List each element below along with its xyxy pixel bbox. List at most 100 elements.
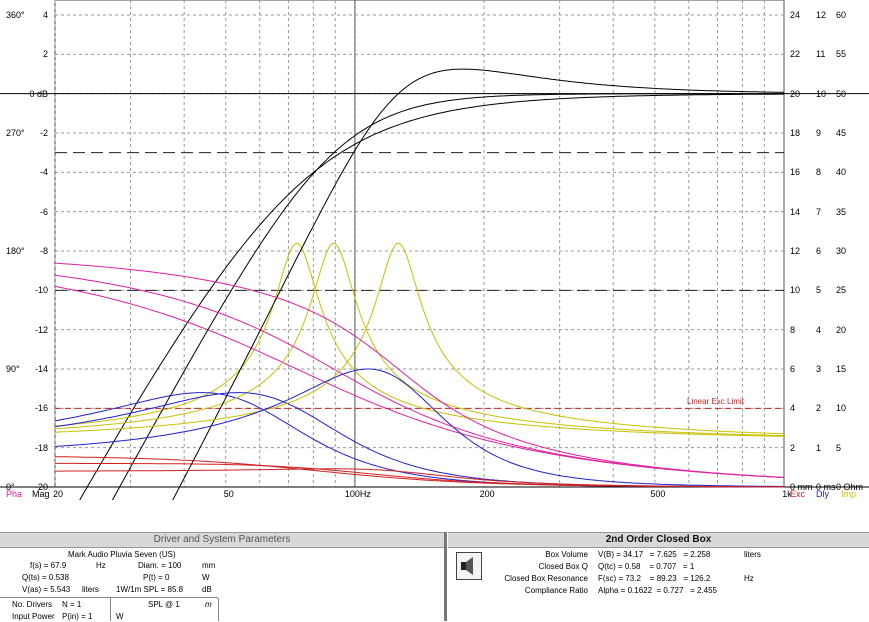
right-axis-tick-label: 7 <box>816 206 822 217</box>
right-axis-tick-label: 25 <box>836 285 847 296</box>
right-axis-tick-label: 3 <box>816 364 822 374</box>
box-param-label: Closed Box Resonance <box>504 574 588 583</box>
right-axis-tick-label: 12 <box>790 246 801 256</box>
mag-tick-label: 2 <box>42 49 48 60</box>
delay-curve <box>54 368 784 487</box>
right-axis-tick-label: 18 <box>790 128 801 138</box>
excursion-curve <box>55 456 784 488</box>
right-axis-tick-label: 4 <box>816 324 822 335</box>
magnitude-curve <box>172 68 784 500</box>
diam-value[interactable]: Diam. = 100 <box>138 561 181 571</box>
right-axis-tick-label: 8 <box>816 167 822 178</box>
vas-unit: liters <box>82 585 99 594</box>
right-axis-tick-label: 2 <box>790 442 796 453</box>
right-axis-tick-label: 5 <box>836 442 842 453</box>
right-axis-tick-label: 40 <box>836 167 847 178</box>
separator <box>218 598 219 621</box>
right-axis-tick-label: 10 <box>790 285 801 296</box>
right-axis-tick-label: 55 <box>836 49 847 60</box>
spl-at-value[interactable]: SPL @ 1 <box>148 600 180 610</box>
excursion-curve <box>55 468 784 488</box>
fs-value[interactable]: f(s) = 67.9 <box>30 561 66 571</box>
right-axis-tick-label: 1 <box>816 442 822 453</box>
separator <box>110 598 111 621</box>
right-axis-tick-label: 6 <box>790 364 796 374</box>
spl-at-unit: m <box>205 600 212 609</box>
pt-value[interactable]: P(t) = 0 <box>143 573 169 583</box>
mag-tick-label: -4 <box>39 167 48 178</box>
mag-tick-label: -10 <box>34 285 48 296</box>
closed-box-panel: 2nd Order Closed Box Box Volume V(B) = 34… <box>448 532 869 621</box>
box-param-unit: liters <box>744 550 761 559</box>
driver-name: Mark Audio Pluvia Seven (US) <box>68 550 176 559</box>
phase-curve <box>54 274 785 478</box>
right-axis-tick-label: 14 <box>790 206 801 217</box>
right-axis-tick-label: 9 <box>816 128 822 138</box>
pt-unit: W <box>202 573 210 582</box>
n-value[interactable]: N = 1 <box>62 600 81 610</box>
right-axis-tick-label: 35 <box>836 206 847 217</box>
driver-parameters-panel: Driver and System Parameters Mark Audio … <box>0 532 444 621</box>
phase-tick-label: 360° <box>6 10 25 20</box>
linear-exc-limit-label: Linear Exc Limit <box>687 397 744 407</box>
spl1-unit: dB <box>202 585 212 594</box>
box-param-label: Closed Box Q <box>538 562 588 571</box>
fs-unit: Hz <box>96 561 106 570</box>
mag-tick-label: -6 <box>39 206 48 217</box>
phase-tick-label: 180° <box>6 246 25 256</box>
mag-tick-label: -16 <box>34 403 48 414</box>
exc-legend-label: Exc <box>790 489 806 499</box>
mag-tick-label: -18 <box>34 442 48 453</box>
right-axis-tick-label: 24 <box>790 10 801 20</box>
right-axis-tick-label: 20 <box>790 88 801 99</box>
frequency-tick-label: 200 <box>479 489 495 499</box>
box-param-values[interactable]: V(B) = 34.17 = 7.625 = 2.258 <box>598 550 710 560</box>
closed-box-title: 2nd Order Closed Box <box>448 532 869 548</box>
right-axis-tick-label: 5 <box>816 285 822 296</box>
right-axis-tick-label: 10 <box>836 403 847 414</box>
right-axis-tick-label: 12 <box>816 10 827 20</box>
impedance-curve <box>54 242 785 437</box>
right-axis-tick-label: 22 <box>790 49 801 60</box>
qts-value[interactable]: Q(ts) = 0.538 <box>22 573 69 583</box>
graph-curves <box>54 68 785 500</box>
box-param-label: Box Volume <box>545 550 588 559</box>
imp-legend-label: Imp <box>841 489 857 499</box>
magnitude-curve <box>79 93 784 500</box>
box-param-label: Compliance Ratio <box>524 586 588 595</box>
mag-legend-label: Mag <box>32 489 50 499</box>
phase-curve <box>54 285 785 478</box>
right-axis-tick-label: 4 <box>790 403 796 414</box>
right-axis-tick-label: 8 <box>790 324 796 335</box>
frequency-tick-label: 50 <box>223 489 234 499</box>
spl1-value[interactable]: 1W/1m SPL = 85.8 <box>116 585 183 595</box>
phase-curve <box>54 262 785 478</box>
right-axis-tick-label: 20 <box>836 324 847 335</box>
magnitude-curve <box>111 93 784 500</box>
right-axis-tick-label: 16 <box>790 167 801 178</box>
mag-tick-label: -12 <box>34 324 48 335</box>
right-axis-tick-label: 45 <box>836 128 847 138</box>
mag-tick-label: 0 dB <box>29 88 48 99</box>
right-axis-tick-label: 6 <box>816 246 822 256</box>
driver-parameters-title: Driver and System Parameters <box>0 532 444 548</box>
box-param-values[interactable]: Q(tc) = 0.58 = 0.707 = 1 <box>598 562 694 572</box>
phase-tick-label: 270° <box>6 128 25 138</box>
right-axis-tick-label: 10 <box>816 88 827 99</box>
right-axis-tick-label: 30 <box>836 246 847 256</box>
frequency-tick-label: 500 <box>650 489 666 499</box>
vas-value[interactable]: V(as) = 5.543 <box>22 585 70 595</box>
right-axis-tick-label: 11 <box>816 49 826 60</box>
box-param-values[interactable]: F(sc) = 73.2 = 89.23 = 126.2 <box>598 574 710 584</box>
phase-tick-label: 90° <box>6 364 20 374</box>
separator <box>0 597 218 598</box>
panel-divider <box>444 532 447 621</box>
response-graph <box>0 0 869 500</box>
diam-unit: mm <box>202 561 216 570</box>
box-param-values[interactable]: Alpha = 0.1622 = 0.727 = 2.455 <box>598 586 717 596</box>
box-param-unit: Hz <box>744 574 754 583</box>
right-axis-tick-label: 2 <box>816 403 822 414</box>
speaker-icon[interactable] <box>456 552 482 580</box>
pha-legend-label: Pha <box>6 489 23 499</box>
frequency-tick-label: 100Hz <box>344 489 371 499</box>
